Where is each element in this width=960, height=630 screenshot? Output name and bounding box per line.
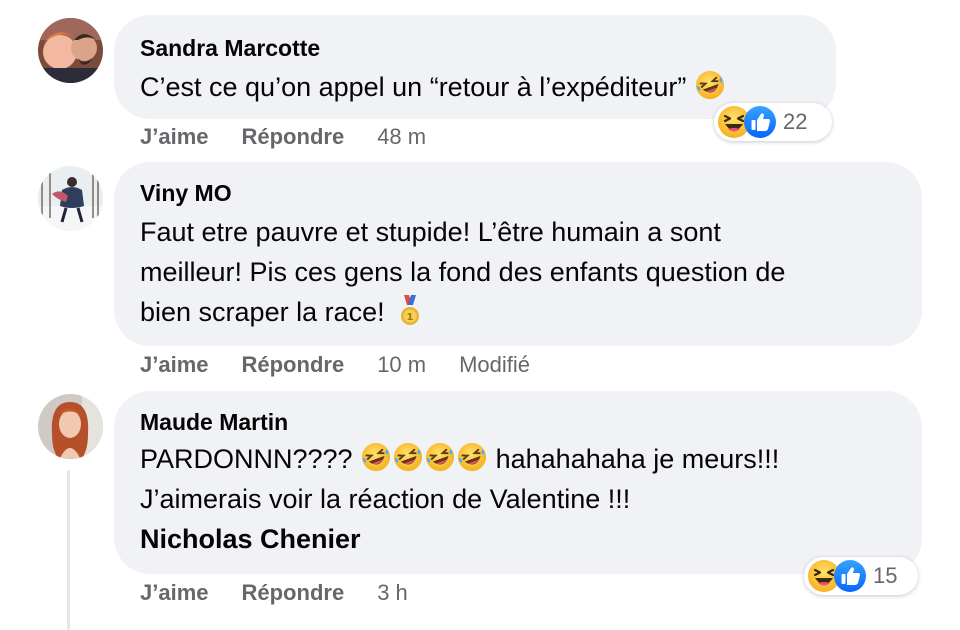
timestamp[interactable]: 48 m xyxy=(377,124,426,150)
reaction-count: 22 xyxy=(783,109,808,134)
reply-button[interactable]: Répondre xyxy=(242,352,345,378)
reply-button[interactable]: Répondre xyxy=(242,124,345,150)
like-button[interactable]: J’aime xyxy=(140,124,209,150)
reply-button[interactable]: Répondre xyxy=(242,580,345,606)
mention-link[interactable]: Nicholas Chenier xyxy=(140,519,898,559)
reaction-count: 15 xyxy=(873,563,898,588)
comment-actions: J’aime Répondre 10 m Modifié xyxy=(140,352,563,378)
avatar[interactable] xyxy=(38,18,103,83)
rolling-laughing-emoji-icon xyxy=(425,442,455,472)
reactions-summary[interactable]: 22 xyxy=(714,103,832,141)
comment-author[interactable]: Viny MO xyxy=(140,178,898,208)
reactions-summary[interactable]: 15 xyxy=(804,557,918,595)
thread-line xyxy=(67,470,70,630)
comment-text-line: Faut etre pauvre et stupide! L’être huma… xyxy=(140,217,721,247)
medal-emoji-icon xyxy=(398,295,422,327)
comment-actions: J’aime Répondre 3 h xyxy=(140,580,441,606)
rolling-laughing-emoji-icon xyxy=(393,442,423,472)
comment-bubble: Viny MO Faut etre pauvre et stupide! L’ê… xyxy=(114,162,922,346)
comment-text-line: J’aimerais voir la réaction de Valentine… xyxy=(140,484,631,514)
like-icon xyxy=(743,105,777,139)
comment-author[interactable]: Maude Martin xyxy=(140,407,898,437)
comment-text-line: meilleur! Pis ces gens la fond des enfan… xyxy=(140,257,786,287)
like-icon xyxy=(833,559,867,593)
comment-text-line-last: bien scraper la race! xyxy=(140,292,898,332)
comment-text-content: PARDONNN???? xyxy=(140,444,353,474)
rolling-laughing-emoji-icon xyxy=(457,442,487,472)
comment-author[interactable]: Sandra Marcotte xyxy=(140,33,812,63)
comment-text-content: hahahahaha je meurs!!! xyxy=(495,444,780,474)
like-button[interactable]: J’aime xyxy=(140,352,209,378)
comment-text-content: bien scraper la race! xyxy=(140,297,385,327)
edited-label[interactable]: Modifié xyxy=(459,352,530,378)
timestamp[interactable]: 10 m xyxy=(377,352,426,378)
like-button[interactable]: J’aime xyxy=(140,580,209,606)
comment-actions: J’aime Répondre 48 m xyxy=(140,124,459,150)
rolling-laughing-emoji-icon xyxy=(695,70,725,100)
rolling-laughing-emoji-icon xyxy=(361,442,391,472)
timestamp[interactable]: 3 h xyxy=(377,580,408,606)
comment-text-content: C’est ce qu’on appel un “retour à l’expé… xyxy=(140,72,687,102)
comment-text-line: PARDONNN???? hahahahaha je meurs!!! xyxy=(140,439,898,479)
comment-text: C’est ce qu’on appel un “retour à l’expé… xyxy=(140,67,812,107)
avatar[interactable] xyxy=(38,166,103,231)
comment-bubble: Maude Martin PARDONNN???? hahahahaha je … xyxy=(114,391,922,574)
comment-text: PARDONNN???? hahahahaha je meurs!!! J’ai… xyxy=(140,439,898,559)
comment-text: Faut etre pauvre et stupide! L’être huma… xyxy=(140,212,898,332)
avatar[interactable] xyxy=(38,394,103,459)
